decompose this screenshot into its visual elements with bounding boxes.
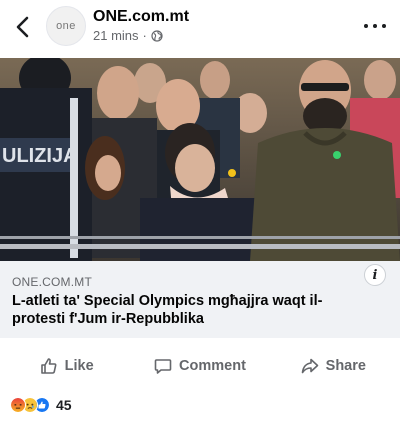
comment-icon (154, 359, 172, 374)
post-meta: 21 mins · (93, 28, 163, 43)
link-domain: ONE.COM.MT (12, 275, 92, 289)
back-arrow-icon[interactable] (12, 14, 34, 40)
like-button[interactable]: Like (0, 350, 133, 382)
link-headline: L-atleti ta' Special Olympics mgħajjra w… (12, 293, 323, 327)
comment-label: Comment (179, 358, 246, 374)
thumbs-up-icon (40, 358, 57, 374)
share-label: Share (325, 358, 366, 374)
police-vest-text: ULIZIJA (2, 145, 78, 167)
protest-crowd-image: ULIZIJA (0, 58, 400, 261)
link-preview[interactable]: ONE.COM.MT L-atleti ta' Special Olympics… (0, 261, 400, 338)
post-header: one ONE.com.mt 21 mins · (0, 0, 400, 58)
share-arrow-icon (301, 358, 318, 374)
reaction-count: 45 (56, 397, 72, 413)
globe-icon (151, 29, 163, 42)
angry-reaction-icon (10, 397, 26, 413)
reactions-summary[interactable]: 45 (10, 396, 72, 414)
more-options-icon[interactable] (364, 16, 386, 36)
share-button[interactable]: Share (267, 350, 400, 382)
comment-button[interactable]: Comment (133, 350, 266, 382)
page-avatar[interactable]: one (46, 6, 86, 46)
post-time[interactable]: 21 mins (93, 28, 139, 43)
like-label: Like (64, 358, 94, 374)
info-icon[interactable]: i (364, 264, 386, 286)
post-photo[interactable]: ULIZIJA (0, 58, 400, 261)
page-name[interactable]: ONE.com.mt (93, 8, 189, 26)
action-bar: Like Comment Share (0, 350, 400, 382)
avatar-logo-text: one (56, 20, 76, 32)
meta-separator: · (142, 28, 147, 43)
